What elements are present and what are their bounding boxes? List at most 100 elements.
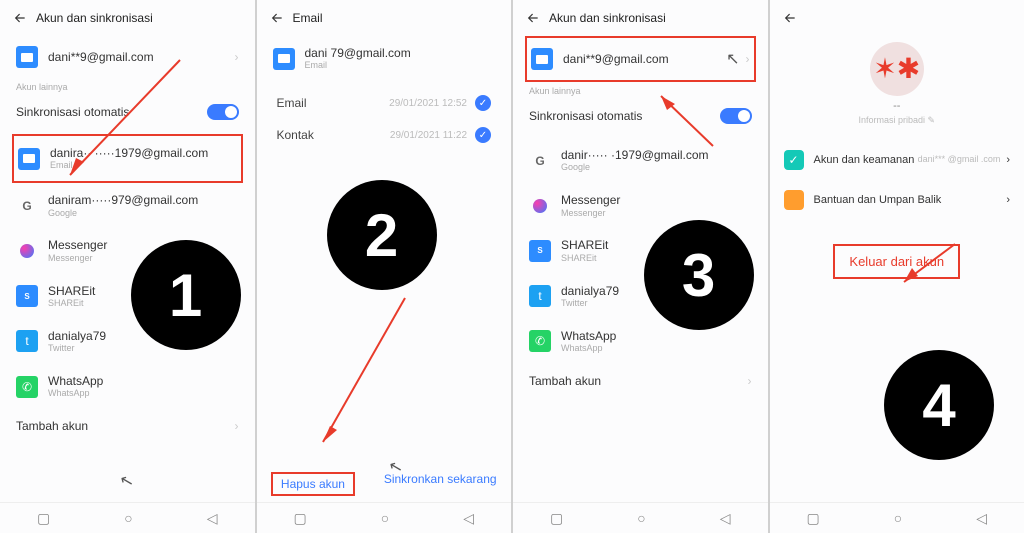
appbar: Email bbox=[257, 0, 512, 36]
account-sub: Google bbox=[48, 208, 239, 219]
auto-sync-label: Sinkronisasi otomatis bbox=[529, 109, 720, 123]
nav-back-icon[interactable]: ◁ bbox=[463, 510, 474, 527]
sync-label: Email bbox=[277, 96, 390, 110]
account-row-whatsapp[interactable]: ✆WhatsAppWhatsApp bbox=[525, 319, 756, 364]
nav-recent-icon[interactable]: ▢ bbox=[550, 510, 563, 527]
chevron-right-icon: › bbox=[748, 374, 752, 388]
profile-header: ✶✱ -- Informasi pribadi ✎ bbox=[770, 36, 1024, 126]
auto-sync-toggle[interactable] bbox=[207, 104, 239, 120]
profile-item-security[interactable]: ✓ Akun dan keamanan dani*** @gmail .com … bbox=[770, 140, 1024, 180]
account-email: dani 79@gmail.com bbox=[305, 46, 496, 60]
profile-item-help[interactable]: Bantuan dan Umpan Balik › bbox=[770, 180, 1024, 220]
primary-account-row[interactable]: dani**9@gmail.com ↖ › bbox=[525, 36, 756, 82]
nav-home-icon[interactable]: ○ bbox=[894, 510, 902, 526]
step-badge-3: 3 bbox=[644, 220, 754, 330]
sync-row-email[interactable]: Email29/01/2021 12:52✓ bbox=[269, 87, 500, 119]
step-badge-2: 2 bbox=[327, 180, 437, 290]
back-icon[interactable] bbox=[10, 8, 30, 28]
sign-out-button[interactable]: Keluar dari akun bbox=[833, 244, 960, 279]
profile-name: -- bbox=[770, 100, 1024, 112]
account-row-messenger[interactable]: MessengerMessenger bbox=[525, 183, 756, 228]
add-account-label: Tambah akun bbox=[529, 374, 748, 388]
nav-back-icon[interactable]: ◁ bbox=[207, 510, 218, 527]
primary-email: dani**9@gmail.com bbox=[48, 50, 235, 64]
account-name: danir····· ·1979@gmail.com bbox=[561, 148, 752, 162]
sync-date: 29/01/2021 11:22 bbox=[390, 130, 467, 141]
nav-recent-icon[interactable]: ▢ bbox=[37, 510, 50, 527]
other-accounts-label: Akun lainnya bbox=[0, 78, 255, 94]
back-icon[interactable] bbox=[780, 8, 800, 28]
appbar bbox=[770, 0, 1024, 36]
twitter-icon: t bbox=[16, 330, 38, 352]
auto-sync-row[interactable]: Sinkronisasi otomatis bbox=[525, 98, 756, 134]
sync-label: Kontak bbox=[277, 128, 390, 142]
account-row-google[interactable]: daniram·····979@gmail.comGoogle bbox=[12, 183, 243, 228]
screen-3: Akun dan sinkronisasi dani**9@gmail.com … bbox=[513, 0, 770, 533]
back-icon[interactable] bbox=[523, 8, 543, 28]
screen-1: Akun dan sinkronisasi dani**9@gmail.com … bbox=[0, 0, 257, 533]
delete-account-button[interactable]: Hapus akun bbox=[271, 472, 355, 496]
chevron-right-icon: › bbox=[235, 419, 239, 433]
back-icon[interactable] bbox=[267, 8, 287, 28]
add-account-row[interactable]: Tambah akun › bbox=[12, 409, 243, 443]
check-icon: ✓ bbox=[475, 127, 491, 143]
nav-home-icon[interactable]: ○ bbox=[637, 510, 645, 526]
nav-bar: ▢ ○ ◁ bbox=[770, 502, 1024, 533]
nav-bar: ▢ ○ ◁ bbox=[0, 502, 255, 533]
account-row-whatsapp[interactable]: ✆WhatsAppWhatsApp bbox=[12, 364, 243, 409]
appbar: Akun dan sinkronisasi bbox=[0, 0, 255, 36]
screen-2: Email dani 79@gmail.com Email Email29/01… bbox=[257, 0, 514, 533]
screen-4: ✶✱ -- Informasi pribadi ✎ ✓ Akun dan kea… bbox=[770, 0, 1024, 533]
other-accounts-label: Akun lainnya bbox=[513, 82, 768, 98]
avatar[interactable]: ✶✱ bbox=[870, 42, 924, 96]
google-icon bbox=[16, 195, 38, 217]
account-sub: WhatsApp bbox=[561, 343, 752, 354]
add-account-row[interactable]: Tambah akun › bbox=[525, 364, 756, 398]
account-header-row[interactable]: dani 79@gmail.com Email bbox=[269, 36, 500, 81]
chevron-right-icon: › bbox=[235, 50, 239, 64]
page-title: Akun dan sinkronisasi bbox=[549, 11, 666, 25]
account-row-google[interactable]: danir····· ·1979@gmail.comGoogle bbox=[525, 138, 756, 183]
account-row-email[interactable]: danira·· ·····1979@gmail.comEmail bbox=[12, 134, 243, 183]
account-type: Email bbox=[305, 60, 496, 71]
profile-item-label: Akun dan keamanan bbox=[814, 154, 918, 166]
primary-account-row[interactable]: dani**9@gmail.com › bbox=[12, 36, 243, 78]
profile-info-label[interactable]: Informasi pribadi ✎ bbox=[770, 115, 1024, 126]
nav-home-icon[interactable]: ○ bbox=[124, 510, 132, 526]
sync-now-button[interactable]: Sinkronkan sekarang bbox=[384, 472, 497, 496]
appbar: Akun dan sinkronisasi bbox=[513, 0, 768, 36]
step-badge-1: 1 bbox=[131, 240, 241, 350]
page-title: Akun dan sinkronisasi bbox=[36, 11, 153, 25]
messenger-icon bbox=[16, 240, 38, 262]
nav-back-icon[interactable]: ◁ bbox=[720, 510, 731, 527]
cursor-icon: ↖ bbox=[726, 49, 739, 69]
mail-icon bbox=[16, 46, 38, 68]
account-sub: WhatsApp bbox=[48, 388, 239, 399]
step-badge-4: 4 bbox=[884, 350, 994, 460]
nav-back-icon[interactable]: ◁ bbox=[976, 510, 987, 527]
shareit-icon: S bbox=[16, 285, 38, 307]
twitter-icon: t bbox=[529, 285, 551, 307]
chevron-right-icon: › bbox=[746, 52, 750, 66]
messenger-icon bbox=[529, 195, 551, 217]
google-icon bbox=[529, 150, 551, 172]
sync-row-kontak[interactable]: Kontak29/01/2021 11:22 ✓ bbox=[269, 119, 500, 151]
auto-sync-toggle[interactable] bbox=[720, 108, 752, 124]
sync-date: 29/01/2021 12:52 bbox=[389, 98, 467, 109]
dot-icon bbox=[784, 190, 804, 210]
account-name: WhatsApp bbox=[48, 374, 239, 388]
chevron-right-icon: › bbox=[1006, 154, 1010, 166]
account-name: danira·· ·····1979@gmail.com bbox=[50, 146, 237, 160]
mail-icon bbox=[531, 48, 553, 70]
edit-icon: ✎ bbox=[928, 115, 936, 125]
account-name: Messenger bbox=[561, 193, 752, 207]
email-icon bbox=[18, 148, 40, 170]
nav-home-icon[interactable]: ○ bbox=[381, 510, 389, 526]
account-sub: Twitter bbox=[48, 343, 239, 354]
nav-recent-icon[interactable]: ▢ bbox=[294, 510, 307, 527]
shareit-icon: S bbox=[529, 240, 551, 262]
mail-icon bbox=[273, 48, 295, 70]
nav-recent-icon[interactable]: ▢ bbox=[807, 510, 820, 527]
auto-sync-row[interactable]: Sinkronisasi otomatis bbox=[12, 94, 243, 130]
bottom-actions: Hapus akun Sinkronkan sekarang bbox=[257, 462, 512, 502]
